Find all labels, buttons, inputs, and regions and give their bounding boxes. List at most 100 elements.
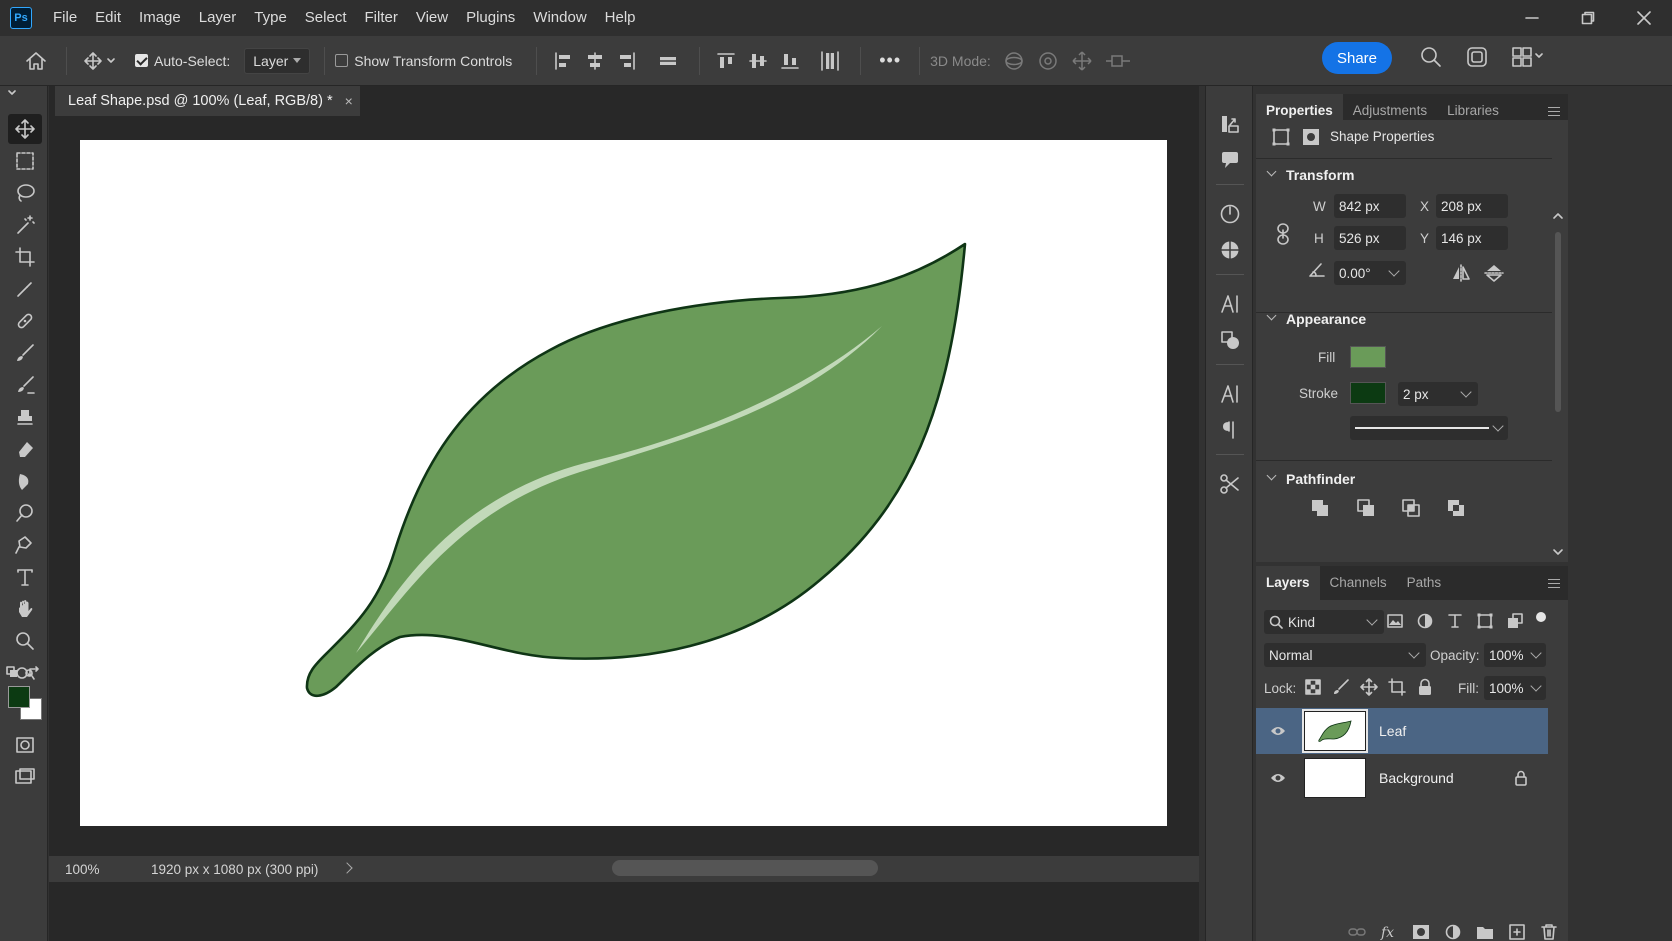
- stroke-style-dropdown[interactable]: [1350, 416, 1508, 440]
- glyphs-panel-button[interactable]: [1215, 380, 1245, 408]
- minimize-button[interactable]: [1504, 0, 1560, 36]
- width-field[interactable]: 842 px: [1334, 194, 1406, 218]
- move-tool-preset-button[interactable]: [77, 36, 123, 86]
- learn-panel-button[interactable]: [1464, 44, 1490, 70]
- chevron-right-icon[interactable]: [341, 862, 353, 874]
- share-button[interactable]: Share: [1322, 42, 1392, 74]
- type-filter-icon[interactable]: [1446, 612, 1464, 630]
- restore-button[interactable]: [1560, 0, 1616, 36]
- crop-tool[interactable]: [8, 242, 42, 272]
- chevron-down-icon[interactable]: [1266, 166, 1277, 177]
- lock-position-icon[interactable]: [1360, 678, 1378, 696]
- close-document-button[interactable]: ×: [345, 93, 353, 109]
- subtract-shapes-button[interactable]: [1356, 498, 1376, 518]
- adjustment-layer-icon[interactable]: [1444, 924, 1462, 940]
- canvas[interactable]: [80, 140, 1167, 826]
- layer-filter-dropdown[interactable]: Kind: [1264, 610, 1384, 634]
- navigator-panel-button[interactable]: [1215, 200, 1245, 228]
- menu-select[interactable]: Select: [296, 0, 356, 36]
- smart-object-filter-icon[interactable]: [1506, 612, 1524, 630]
- tab-channels[interactable]: Channels: [1320, 566, 1397, 600]
- height-field[interactable]: 526 px: [1334, 226, 1406, 250]
- character-panel-button[interactable]: [1215, 290, 1245, 318]
- distribute-horizontal-button[interactable]: [651, 36, 685, 86]
- lock-all-icon[interactable]: [1416, 678, 1434, 696]
- chevron-down-icon[interactable]: [1366, 614, 1378, 626]
- exclude-shapes-button[interactable]: [1446, 498, 1466, 518]
- layer-name[interactable]: Background: [1379, 770, 1454, 786]
- history-panel-button[interactable]: [1215, 110, 1245, 138]
- search-button[interactable]: [1418, 44, 1444, 70]
- new-layer-icon[interactable]: [1508, 924, 1526, 940]
- align-top-button[interactable]: [710, 36, 742, 86]
- zoom-level[interactable]: 100%: [49, 862, 113, 877]
- transform-section-title[interactable]: Transform: [1286, 167, 1354, 183]
- adjustment-filter-icon[interactable]: [1416, 612, 1434, 630]
- fill-field[interactable]: 100%: [1484, 676, 1546, 700]
- libraries-panel-button[interactable]: [1215, 326, 1245, 354]
- chevron-down-icon[interactable]: [1530, 680, 1542, 692]
- link-layers-icon[interactable]: [1348, 925, 1366, 939]
- healing-brush-tool[interactable]: [8, 306, 42, 336]
- flip-horizontal-button[interactable]: [1451, 264, 1471, 282]
- dodge-tool[interactable]: [8, 466, 42, 496]
- align-vertical-center-button[interactable]: [742, 36, 774, 86]
- 3d-slide-button[interactable]: [1099, 36, 1137, 86]
- trash-icon[interactable]: [1540, 924, 1558, 940]
- workspace-button[interactable]: [1510, 44, 1544, 70]
- show-transform-controls-checkbox[interactable]: Show Transform Controls: [335, 53, 512, 69]
- visibility-eye-icon[interactable]: [1270, 725, 1286, 737]
- menu-view[interactable]: View: [407, 0, 457, 36]
- panel-menu-icon[interactable]: [1548, 579, 1560, 588]
- layer-row-background[interactable]: Background: [1256, 755, 1548, 801]
- eraser-tool[interactable]: [8, 402, 42, 432]
- menu-type[interactable]: Type: [245, 0, 296, 36]
- distribute-vertical-button[interactable]: [814, 36, 846, 86]
- link-proportions-button[interactable]: [1274, 222, 1292, 246]
- chevron-down-icon[interactable]: [1492, 420, 1504, 432]
- clone-stamp-tool[interactable]: [8, 370, 42, 400]
- tab-paths[interactable]: Paths: [1397, 566, 1452, 600]
- blend-mode-dropdown[interactable]: Normal: [1264, 643, 1426, 667]
- move-tool[interactable]: [8, 114, 42, 144]
- appearance-section-title[interactable]: Appearance: [1286, 311, 1366, 327]
- menu-filter[interactable]: Filter: [356, 0, 407, 36]
- menu-image[interactable]: Image: [130, 0, 190, 36]
- menu-plugins[interactable]: Plugins: [457, 0, 524, 36]
- x-field[interactable]: 208 px: [1436, 194, 1508, 218]
- lock-pixels-icon[interactable]: [1332, 678, 1350, 696]
- align-left-button[interactable]: [547, 36, 579, 86]
- close-window-button[interactable]: [1616, 0, 1672, 36]
- stroke-width-field[interactable]: 2 px: [1398, 382, 1478, 406]
- swap-colors-button[interactable]: [28, 666, 42, 680]
- 3d-pan-button[interactable]: [1065, 36, 1099, 86]
- y-field[interactable]: 146 px: [1436, 226, 1508, 250]
- layer-name[interactable]: Leaf: [1379, 723, 1406, 739]
- fx-icon[interactable]: fx: [1380, 924, 1398, 940]
- document-size-info[interactable]: 1920 px x 1080 px (300 ppi): [151, 862, 318, 877]
- lasso-tool[interactable]: [8, 178, 42, 208]
- color-panel-button[interactable]: [1215, 236, 1245, 264]
- menu-window[interactable]: Window: [524, 0, 595, 36]
- unite-shapes-button[interactable]: [1310, 498, 1330, 518]
- angle-field[interactable]: 0.00°: [1334, 261, 1406, 285]
- eyedropper-tool[interactable]: [8, 274, 42, 304]
- shape-filter-icon[interactable]: [1476, 612, 1494, 630]
- lock-artboard-icon[interactable]: [1388, 678, 1406, 696]
- folder-icon[interactable]: [1476, 924, 1494, 940]
- comments-panel-button[interactable]: [1215, 146, 1245, 174]
- screen-mode-button[interactable]: [8, 762, 42, 792]
- 3d-roll-button[interactable]: [1031, 36, 1065, 86]
- menu-file[interactable]: File: [44, 0, 86, 36]
- chevron-down-icon[interactable]: [1408, 647, 1420, 659]
- hand-tool[interactable]: [8, 594, 42, 624]
- stroke-color-swatch[interactable]: [1350, 382, 1386, 404]
- chevron-down-icon[interactable]: [1530, 647, 1542, 659]
- lock-transparent-icon[interactable]: [1304, 678, 1322, 696]
- show-transform-check[interactable]: [335, 54, 349, 67]
- collapse-toolbar-icon[interactable]: [8, 90, 16, 96]
- opacity-field[interactable]: 100%: [1484, 643, 1546, 667]
- fill-color-swatch[interactable]: [1350, 346, 1386, 368]
- auto-select-checkbox[interactable]: Auto-Select:: [129, 36, 236, 86]
- filter-toggle-dot[interactable]: [1536, 612, 1546, 622]
